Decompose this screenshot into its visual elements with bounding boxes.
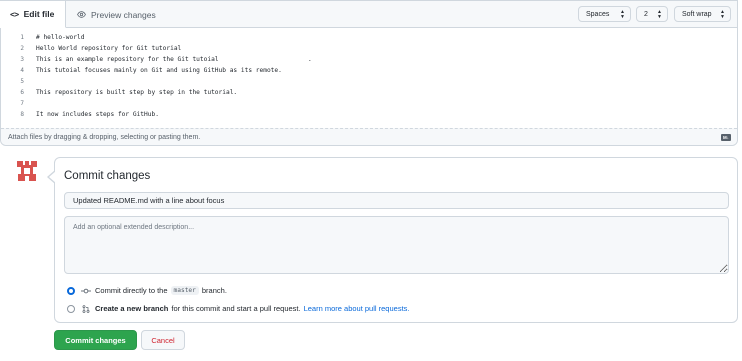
code-icon: <> xyxy=(10,9,19,19)
line-number: 7 xyxy=(20,99,24,107)
eye-icon xyxy=(77,11,86,18)
select-arrows-icon: ▲ ▼ xyxy=(720,9,725,20)
tab-edit-file-label: Edit file xyxy=(23,9,55,19)
indent-size-select[interactable]: 2 ▲ ▼ xyxy=(636,6,668,22)
code-line: 5 xyxy=(1,76,737,86)
option-direct-suffix: branch. xyxy=(201,286,227,295)
line-text: This tutoial focuses mainly on Git and u… xyxy=(36,66,282,74)
line-text: It now includes steps for GitHub. xyxy=(36,110,159,118)
file-editor: <> Edit file Preview changes Spaces ▲ ▼ 2… xyxy=(0,0,738,146)
line-text: This is an example repository for the Gi… xyxy=(36,55,312,63)
line-number: 8 xyxy=(20,110,24,118)
line-text: # hello-world xyxy=(36,33,85,41)
branch-name: master xyxy=(170,286,199,295)
option-new-text: for this commit and start a pull request… xyxy=(171,304,301,313)
indent-mode-value: Spaces xyxy=(586,10,610,18)
tab-preview-changes[interactable]: Preview changes xyxy=(77,1,156,28)
commit-panel: Commit changes Commit directly to the ma… xyxy=(47,157,738,323)
option-new-bold: Create a new branch xyxy=(95,304,169,313)
option-commit-direct[interactable]: Commit directly to the master branch. xyxy=(67,286,227,295)
editor-toolbar: <> Edit file Preview changes Spaces ▲ ▼ 2… xyxy=(0,1,737,28)
indent-mode-select[interactable]: Spaces ▲ ▼ xyxy=(578,6,631,22)
commit-changes-button[interactable]: Commit changes xyxy=(54,330,137,350)
radio-commit-direct[interactable] xyxy=(67,286,75,295)
indent-size-value: 2 xyxy=(644,10,648,18)
cancel-button[interactable]: Cancel xyxy=(141,330,185,350)
wrap-mode-select[interactable]: Soft wrap ▲ ▼ xyxy=(674,6,731,22)
line-number: 6 xyxy=(20,88,24,96)
line-number: 3 xyxy=(20,55,24,63)
tab-edit-file[interactable]: <> Edit file xyxy=(0,1,66,28)
attach-hint: Attach files by dragging & dropping, sel… xyxy=(8,133,201,141)
identicon-icon xyxy=(14,158,40,184)
commit-summary-input[interactable] xyxy=(64,192,729,209)
option-new-branch[interactable]: Create a new branch for this commit and … xyxy=(67,304,410,313)
select-arrows-icon: ▲ ▼ xyxy=(620,9,625,20)
line-text: Hello World repository for Git tutorial xyxy=(36,44,182,52)
line-number: 1 xyxy=(20,33,24,41)
git-pull-request-icon xyxy=(82,304,90,313)
code-line: 6 This repository is built step by step … xyxy=(1,87,737,97)
code-line: 8 It now includes steps for GitHub. xyxy=(1,109,737,119)
avatar[interactable] xyxy=(14,158,40,184)
line-number: 5 xyxy=(20,77,24,85)
code-line: 7 xyxy=(1,98,737,108)
code-area[interactable]: 1 # hello-world 2 Hello World repository… xyxy=(1,32,737,128)
markdown-icon: M↓ xyxy=(721,134,731,141)
wrap-mode-value: Soft wrap xyxy=(682,10,712,18)
commit-description-input[interactable] xyxy=(64,216,729,274)
code-line: 3 This is an example repository for the … xyxy=(1,54,737,64)
code-line: 4 This tutoial focuses mainly on Git and… xyxy=(1,65,737,75)
learn-more-link[interactable]: Learn more about pull requests. xyxy=(304,304,410,313)
radio-new-branch[interactable] xyxy=(67,304,75,313)
code-line: 2 Hello World repository for Git tutoria… xyxy=(1,43,737,53)
tab-preview-label: Preview changes xyxy=(91,9,156,20)
line-text: This repository is built step by step in… xyxy=(36,88,238,96)
attach-files-bar[interactable]: Attach files by dragging & dropping, sel… xyxy=(1,128,737,145)
line-number: 2 xyxy=(20,44,24,52)
option-direct-prefix: Commit directly to the xyxy=(95,286,168,295)
select-arrows-icon: ▲ ▼ xyxy=(657,9,662,20)
code-line: 1 # hello-world xyxy=(1,32,737,42)
line-number: 4 xyxy=(20,66,24,74)
commit-title: Commit changes xyxy=(64,170,151,182)
git-commit-icon xyxy=(81,288,91,293)
